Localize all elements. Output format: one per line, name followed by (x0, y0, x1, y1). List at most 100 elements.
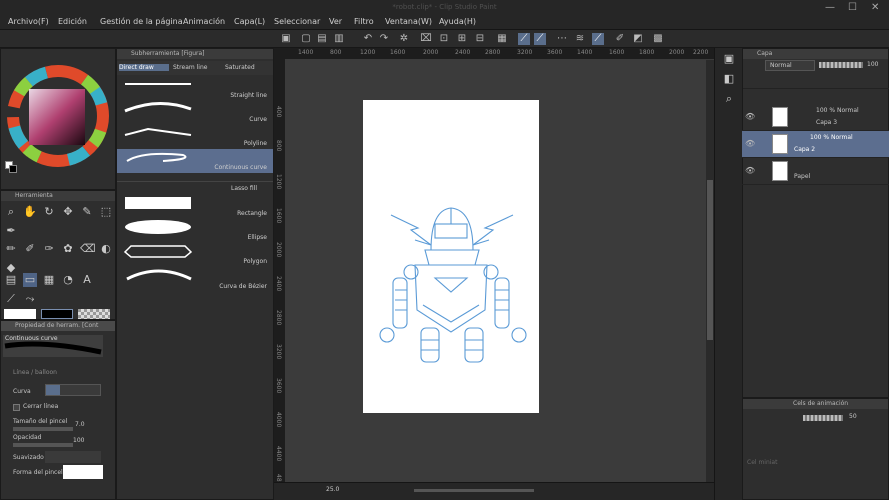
transparent-color-bar[interactable] (78, 309, 110, 319)
layer-name[interactable]: Capa 3 (816, 119, 837, 126)
cel-size-value[interactable]: 50 (849, 413, 857, 420)
main-color-bar[interactable] (4, 309, 36, 319)
saturation-square[interactable] (29, 89, 85, 145)
menu-ventana[interactable]: Ventana(W) (385, 17, 432, 26)
canvas-vertical-scrollbar[interactable] (706, 60, 714, 482)
brush-size-value[interactable]: 7.0 (75, 421, 85, 428)
frame-tool-icon[interactable]: ▦ (42, 273, 56, 287)
visibility-eye-icon[interactable]: 👁 (745, 139, 755, 148)
paper-canvas[interactable] (363, 100, 539, 413)
menu-filtro[interactable]: Filtro (354, 17, 374, 26)
close-line-checkbox[interactable] (13, 404, 20, 411)
smoothing-selector[interactable] (45, 451, 101, 463)
minimize-button[interactable]: — (825, 2, 835, 13)
menu-seleccionar[interactable]: Seleccionar (274, 17, 320, 26)
curve-mode-selected[interactable] (46, 385, 60, 395)
menu-animacion[interactable]: Animación (183, 17, 225, 26)
new-file-icon[interactable]: ▢ (300, 33, 312, 45)
select-tool-icon[interactable]: ⬚ (99, 205, 113, 219)
transform-icon[interactable]: ⌧ (420, 33, 432, 45)
blend-tool-icon[interactable]: ◐ (99, 242, 113, 256)
subtool-rectangle[interactable]: Rectangle (117, 195, 273, 219)
brush-shape-preview[interactable] (63, 465, 103, 479)
subtool-continuous-curve[interactable]: Continuous curve (117, 149, 273, 173)
layer-opacity-value[interactable]: 100 (867, 61, 878, 68)
lasso-fill-group[interactable]: Lasso fill (117, 181, 273, 193)
tab-direct-draw[interactable]: Direct draw (119, 64, 169, 71)
grid-icon[interactable]: ▦ (496, 33, 508, 45)
color-wheel[interactable] (1, 59, 117, 179)
layer-name[interactable]: Capa 2 (794, 146, 815, 153)
subtool-polyline[interactable]: Polyline (117, 125, 273, 149)
redo-icon[interactable]: ↷ (378, 33, 390, 45)
invert-icon[interactable]: ⊞ (456, 33, 468, 45)
fill-icon[interactable]: ◩ (632, 33, 644, 45)
undo-icon[interactable]: ↶ (362, 33, 374, 45)
rotate-tool-icon[interactable]: ↻ (42, 205, 56, 219)
cel-size-slider[interactable] (803, 415, 843, 421)
crop-icon[interactable]: ⊟ (474, 33, 486, 45)
subtool-ellipse[interactable]: Ellipse (117, 219, 273, 243)
subtool-curve[interactable]: Curve (117, 101, 273, 125)
brush-tool-icon[interactable]: ✐ (23, 242, 37, 256)
stroke-icon[interactable]: ≋ (574, 33, 586, 45)
pencil-tool-icon[interactable]: ✏ (4, 242, 18, 256)
deselect-icon[interactable]: ⊡ (438, 33, 450, 45)
ruler-tool-icon[interactable]: ⟋ (4, 292, 18, 306)
opacity-value[interactable]: 100 (73, 437, 84, 444)
menu-gestion-pagina[interactable]: Gestión de la página (100, 17, 183, 26)
save-icon[interactable]: ▥ (333, 33, 345, 45)
curve-mode-buttons[interactable] (45, 384, 101, 396)
visibility-eye-icon[interactable]: 👁 (745, 166, 755, 175)
visibility-eye-icon[interactable]: 👁 (745, 112, 755, 121)
layer-search-icon[interactable]: ⌕ (722, 92, 736, 106)
menu-ayuda[interactable]: Ayuda(H) (439, 17, 476, 26)
snap-special-ruler-icon[interactable]: ⟋ (534, 33, 546, 45)
scrollbar-thumb[interactable] (707, 180, 713, 340)
opacity-slider[interactable] (13, 443, 73, 447)
maximize-button[interactable]: ☐ (848, 2, 857, 13)
sub-color-swatch[interactable] (9, 165, 17, 173)
decoration-tool-icon[interactable]: ✿ (61, 242, 75, 256)
wand-icon[interactable]: ✐ (614, 33, 626, 45)
text-tool-icon[interactable]: A (80, 273, 94, 287)
zoom-tool-icon[interactable]: ⌕ (4, 205, 18, 219)
menu-edicion[interactable]: Edición (58, 17, 87, 26)
close-button[interactable]: ✕ (871, 2, 879, 13)
subtool-polygon[interactable]: Polygon (117, 243, 273, 267)
gradient-tool-icon[interactable]: ▤ (4, 273, 18, 287)
snap-grid-icon[interactable]: ⋯ (556, 33, 568, 45)
layer-row-capa-3[interactable]: 👁 100 % Normal Capa 3 (742, 104, 889, 131)
balloon-tool-icon[interactable]: ◔ (61, 273, 75, 287)
tab-saturated[interactable]: Saturated (225, 64, 255, 71)
sub-color-bar[interactable] (41, 309, 73, 319)
blend-mode-select[interactable]: Normal (765, 60, 815, 71)
figure-tool-icon[interactable]: ▭ (23, 273, 37, 287)
menu-archivo[interactable]: Archivo(F) (8, 17, 49, 26)
layer-property-icon[interactable]: ◧ (722, 72, 736, 86)
menu-ver[interactable]: Ver (329, 17, 342, 26)
brush-size-slider[interactable] (13, 427, 73, 431)
layer-name[interactable]: Papel (794, 173, 810, 180)
airbrush-tool-icon[interactable]: ✑ (42, 242, 56, 256)
zoom-slider[interactable] (414, 489, 534, 492)
color-icon[interactable]: ▩ (652, 33, 664, 45)
layer-row-capa-2[interactable]: 👁 100 % Normal Capa 2 (742, 131, 889, 158)
pen-mode-icon[interactable]: ⟋ (592, 33, 604, 45)
snap-ruler-icon[interactable]: ⟋ (518, 33, 530, 45)
eraser-tool-icon[interactable]: ⌫ (80, 242, 96, 256)
eyedropper-tool-icon[interactable]: ✎ (80, 205, 94, 219)
layer-row-papel[interactable]: 👁 Papel (742, 158, 889, 185)
zoom-value[interactable]: 25.0 (326, 486, 339, 493)
navigator-icon[interactable]: ▣ (722, 52, 736, 66)
tab-stream-line[interactable]: Stream line (173, 64, 207, 71)
settings-icon[interactable]: ✲ (398, 33, 410, 45)
menu-capa[interactable]: Capa(L) (234, 17, 265, 26)
canvas-icon[interactable]: ▣ (280, 33, 292, 45)
subtool-bezier-curve[interactable]: Curva de Bézier (117, 267, 273, 293)
correct-line-tool-icon[interactable]: ⤳ (23, 292, 37, 306)
move-tool-icon[interactable]: ✥ (61, 205, 75, 219)
subtool-straight-line[interactable]: Straight line (117, 77, 273, 101)
hand-tool-icon[interactable]: ✋ (23, 205, 37, 219)
preset-preview[interactable]: Continuous curve (3, 335, 103, 357)
